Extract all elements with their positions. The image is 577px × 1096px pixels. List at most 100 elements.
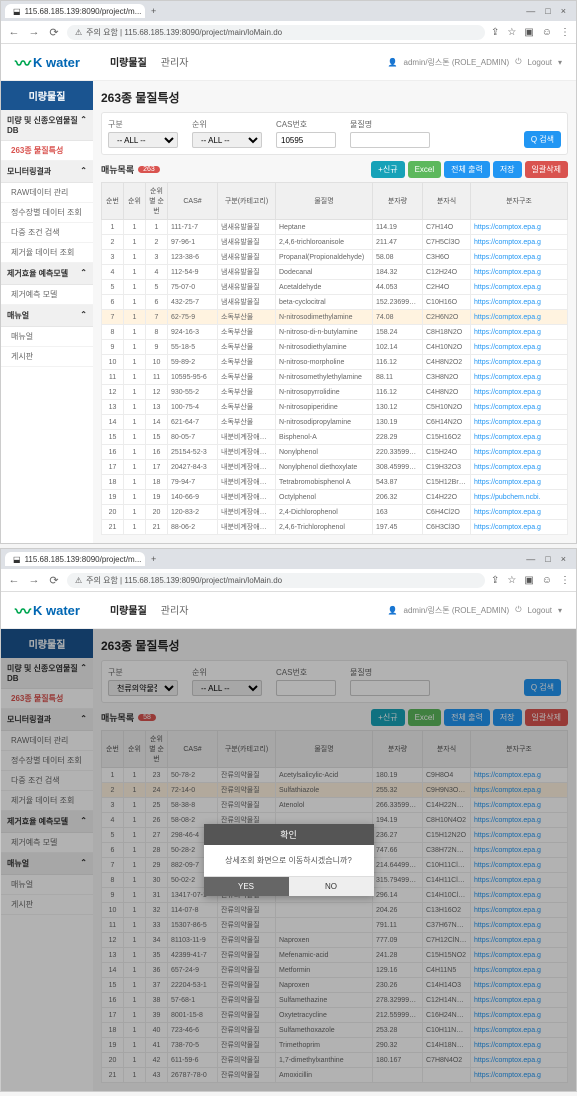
star-icon[interactable]: ☆	[507, 27, 516, 38]
window-close[interactable]: ×	[561, 6, 566, 16]
sidebar-item-263[interactable]: 263종 물질특성	[1, 141, 93, 161]
sidebar-item-manual[interactable]: 매뉴얼	[1, 327, 93, 347]
table-row[interactable]: 14114621-64-7소독부산물N-nitrosodipropylamine…	[102, 415, 568, 430]
cell-cas: 80-05-7	[168, 430, 218, 445]
table-row[interactable]: 20120120-83-2내분비계장애물질2,4-Dichlorophenol1…	[102, 505, 568, 520]
caret-down-icon[interactable]: ▾	[558, 58, 562, 67]
cell-name: N-nitrosodiethylamine	[276, 340, 373, 355]
cell-rs: 19	[146, 490, 168, 505]
cell-mw: 197.45	[373, 520, 423, 535]
add-button[interactable]: +신규	[371, 161, 404, 178]
user-label: admin/링스톤 (ROLE_ADMIN)	[404, 605, 510, 616]
table-row[interactable]: 1511580-05-7내분비계장애물질Bisphenol-A228.29C15…	[102, 430, 568, 445]
sidebar-item-model[interactable]: 제거예측 모델	[1, 285, 93, 305]
cell-mf: C15H12Br4O2	[423, 475, 471, 490]
menu-icon[interactable]: ⋮	[560, 575, 570, 586]
filter-name-input[interactable]	[350, 132, 430, 148]
cell-n: 7	[102, 310, 124, 325]
window-maximize[interactable]: □	[545, 6, 550, 16]
table-row[interactable]: 1111110595-95-6소독부산물N-nitrosomethylethyl…	[102, 370, 568, 385]
table-row[interactable]: 616432-25-7냄새유발물질beta-cyclocitral152.236…	[102, 295, 568, 310]
filter-cas-input[interactable]	[276, 132, 336, 148]
window-minimize[interactable]: —	[526, 6, 535, 16]
top-tab-admin[interactable]: 관리자	[161, 54, 189, 71]
extension-icon[interactable]: ▣	[524, 575, 533, 586]
table-row[interactable]: 91955-18-5소독부산물N-nitrosodiethylamine102.…	[102, 340, 568, 355]
new-tab-button[interactable]: +	[145, 6, 162, 16]
sidebar-item-removal[interactable]: 제거율 데이터 조회	[1, 243, 93, 263]
caret-down-icon[interactable]: ▾	[558, 606, 562, 615]
table-row[interactable]: 12112930-55-2소독부산물N-nitrosopyrrolidine11…	[102, 385, 568, 400]
profile-icon[interactable]: ☺	[542, 27, 552, 38]
table-row[interactable]: 313123-38-6냄새유발물질Propanal(Propionaldehyd…	[102, 250, 568, 265]
table-row[interactable]: 21297-96-1냄새유발물질2,4,6-trichloroanisole21…	[102, 235, 568, 250]
table-row[interactable]: 19119140-66-9내분비계장애물질Octylphenol206.32C1…	[102, 490, 568, 505]
cell-url: https://comptox.epa.g	[471, 355, 568, 370]
browser-tab[interactable]: ⬓ 115.68.185.139:8090/project/m... ×	[5, 552, 145, 566]
forward-icon[interactable]: →	[27, 26, 41, 38]
table-row[interactable]: 111111-71-7냄새유발물질Heptane114.19C7H14Ohttp…	[102, 220, 568, 235]
table-row[interactable]: 1611625154-52-3내분비계장애물질Nonylphenol220.33…	[102, 445, 568, 460]
menu-icon[interactable]: ⋮	[560, 27, 570, 38]
sidebar-item-raw[interactable]: RAW데이터 관리	[1, 183, 93, 203]
cell-r: 1	[124, 400, 146, 415]
new-tab-button[interactable]: +	[145, 554, 162, 564]
save-button[interactable]: 저장	[493, 161, 522, 178]
excel-button[interactable]: Excel	[408, 161, 442, 178]
address-bar[interactable]: ⚠ 주의 요함 | 115.68.185.139:8090/project/ma…	[67, 25, 485, 40]
delete-button[interactable]: 일괄삭제	[525, 161, 568, 178]
table-row[interactable]: 71762-75-9소독부산물N-nitrosodimethylamine74.…	[102, 310, 568, 325]
star-icon[interactable]: ☆	[507, 575, 516, 586]
cell-cas: 621-64-7	[168, 415, 218, 430]
table-row[interactable]: 13113100-75-4소독부산물N-nitrosopiperidine130…	[102, 400, 568, 415]
table-row[interactable]: 414112-54-9냄새유발물질Dodecanal184.32C12H24Oh…	[102, 265, 568, 280]
sidebar-item-multi[interactable]: 다중 조건 검색	[1, 223, 93, 243]
window-maximize[interactable]: □	[545, 554, 550, 564]
cell-r: 1	[124, 385, 146, 400]
share-icon[interactable]: ⇪	[491, 575, 499, 586]
top-tab-substance[interactable]: 미량물질	[110, 602, 147, 619]
top-tab-substance[interactable]: 미량물질	[110, 54, 147, 71]
table-row[interactable]: 818924-16-3소독부산물N-nitroso-di-n-butylamin…	[102, 325, 568, 340]
modal-yes-button[interactable]: YES	[204, 877, 289, 896]
cell-r: 1	[124, 475, 146, 490]
table-row[interactable]: 1811879-94-7내분비계장애물질Tetrabromobisphenol …	[102, 475, 568, 490]
filter-gubun-select[interactable]: -- ALL --	[108, 132, 178, 148]
table-row[interactable]: 1711720427-84-3내분비계장애물질Nonylphenol dieth…	[102, 460, 568, 475]
address-bar[interactable]: ⚠ 주의 요함 | 115.68.185.139:8090/project/ma…	[67, 573, 485, 588]
window-close[interactable]: ×	[561, 554, 566, 564]
cell-r: 1	[124, 370, 146, 385]
sidebar-group-manual[interactable]: 매뉴얼⌃	[1, 305, 93, 327]
cell-cas: 924-16-3	[168, 325, 218, 340]
filter-order-select[interactable]: -- ALL --	[192, 132, 262, 148]
sidebar-group-monitoring[interactable]: 모니터링결과⌃	[1, 161, 93, 183]
cell-r: 1	[124, 265, 146, 280]
table-row[interactable]: 2112188-06-2내분비계장애물질2,4,6-Trichloropheno…	[102, 520, 568, 535]
share-icon[interactable]: ⇪	[491, 27, 499, 38]
modal-no-button[interactable]: NO	[289, 877, 374, 896]
sidebar-item-plant[interactable]: 정수장별 데이터 조회	[1, 203, 93, 223]
search-button[interactable]: Q 검색	[524, 131, 561, 148]
top-tab-admin[interactable]: 관리자	[161, 602, 189, 619]
sidebar-group-model[interactable]: 제거효율 예측모델⌃	[1, 263, 93, 285]
browser-tab[interactable]: ⬓ 115.68.185.139:8090/project/m... ×	[5, 4, 145, 18]
back-icon[interactable]: ←	[7, 574, 21, 586]
forward-icon[interactable]: →	[27, 574, 41, 586]
back-icon[interactable]: ←	[7, 26, 21, 38]
extension-icon[interactable]: ▣	[524, 27, 533, 38]
reload-icon[interactable]: ⟳	[47, 574, 61, 587]
logout-link[interactable]: Logout	[528, 58, 552, 67]
cell-r: 1	[124, 280, 146, 295]
window-minimize[interactable]: —	[526, 554, 535, 564]
sidebar-item-board[interactable]: 게시판	[1, 347, 93, 367]
table-row[interactable]: 1011059-89-2소독부산물N-nitroso-morpholine116…	[102, 355, 568, 370]
cell-url: https://comptox.epa.g	[471, 430, 568, 445]
cell-cas: 55-18-5	[168, 340, 218, 355]
cell-rs: 6	[146, 295, 168, 310]
reload-icon[interactable]: ⟳	[47, 26, 61, 39]
profile-icon[interactable]: ☺	[542, 575, 552, 586]
logout-link[interactable]: Logout	[528, 606, 552, 615]
print-button[interactable]: 전체 출력	[444, 161, 490, 178]
table-row[interactable]: 51575-07-0냄새유발물질Acetaldehyde44.053C2H4Oh…	[102, 280, 568, 295]
sidebar-group-db[interactable]: 미량 및 신종오염물질DB⌃	[1, 110, 93, 141]
